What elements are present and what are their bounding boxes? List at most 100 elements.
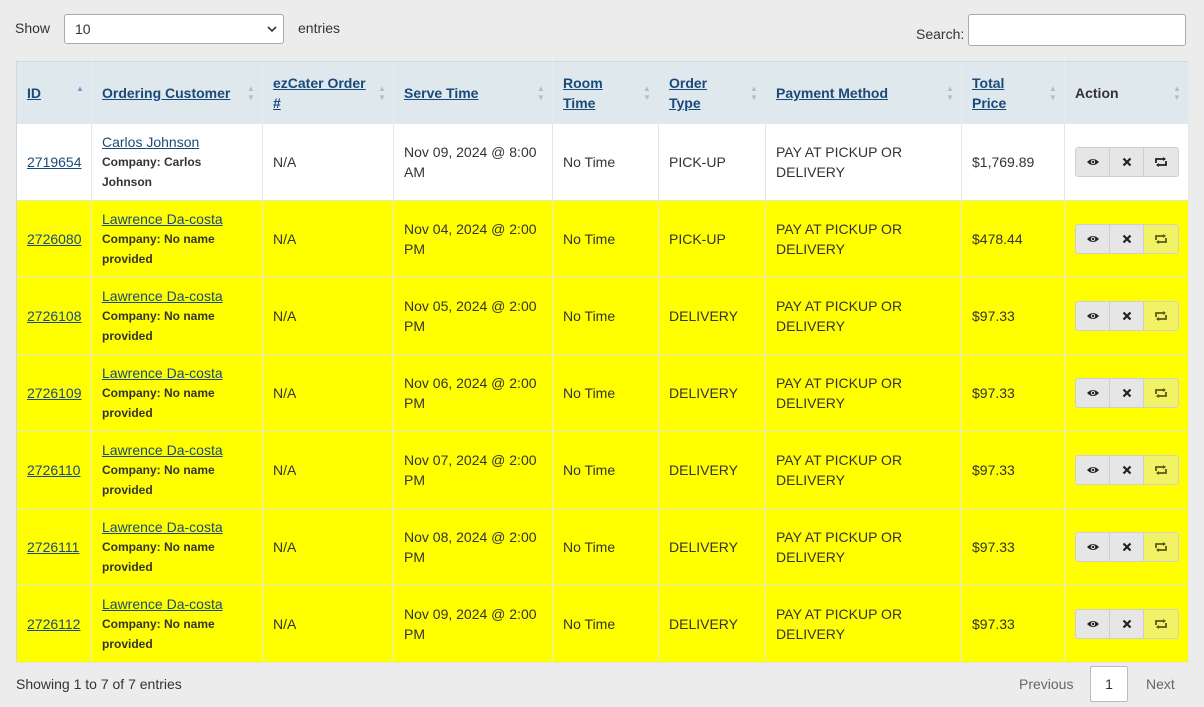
order-id-link[interactable]: 2726112 (27, 616, 80, 632)
serve-time-cell: Nov 04, 2024 @ 2:00 PM (393, 200, 553, 278)
sort-link-serve-time[interactable]: Serve Time (404, 85, 478, 101)
column-header-payment[interactable]: Payment Method ▲ ▼ (765, 61, 962, 124)
sort-link-total[interactable]: Total Price (972, 75, 1006, 111)
sort-icon: ▲ ▼ (750, 84, 758, 102)
room-time-cell: No Time (552, 123, 659, 201)
cancel-button[interactable] (1110, 302, 1144, 330)
refresh-icon (1155, 234, 1167, 244)
ezcater-cell: N/A (262, 431, 394, 509)
customer-link[interactable]: Lawrence Da-costa (102, 596, 223, 612)
customer-link[interactable]: Carlos Johnson (102, 134, 199, 150)
refresh-button[interactable] (1144, 610, 1178, 638)
refresh-button[interactable] (1144, 379, 1178, 407)
close-icon (1122, 157, 1131, 167)
company-name: Company: No name provided (102, 463, 215, 497)
order-type-cell: DELIVERY (658, 354, 766, 432)
order-id-link[interactable]: 2726111 (27, 539, 79, 555)
action-cell (1064, 508, 1189, 586)
refresh-button[interactable] (1144, 456, 1178, 484)
serve-time-cell: Nov 09, 2024 @ 2:00 PM (393, 585, 553, 663)
id-cell: 2726112 (16, 585, 92, 663)
column-header-order-type[interactable]: Order Type ▲ ▼ (658, 61, 766, 124)
customer-link[interactable]: Lawrence Da-costa (102, 442, 223, 458)
view-button[interactable] (1076, 610, 1110, 638)
order-type-cell: DELIVERY (658, 431, 766, 509)
order-id-link[interactable]: 2726080 (27, 231, 82, 247)
cancel-button[interactable] (1110, 147, 1144, 176)
table-header-row: ID ▲ Ordering Customer ▲ ▼ ezCater Order # ▲… (16, 61, 1189, 124)
customer-link[interactable]: Lawrence Da-costa (102, 519, 223, 535)
order-id-link[interactable]: 2726109 (27, 385, 82, 401)
refresh-button[interactable] (1144, 302, 1178, 330)
close-icon (1122, 465, 1131, 475)
company-name: Company: No name provided (102, 540, 215, 574)
table-row: 2726112 Lawrence Da-costa Company: No nam… (16, 585, 1189, 663)
column-header-ezcater[interactable]: ezCater Order # ▲ ▼ (262, 61, 394, 124)
sort-link-id[interactable]: ID (27, 85, 41, 101)
order-type-cell: DELIVERY (658, 277, 766, 355)
customer-link[interactable]: Lawrence Da-costa (102, 365, 223, 381)
order-type-cell: DELIVERY (658, 508, 766, 586)
eye-icon (1086, 621, 1099, 627)
chevron-down-icon (267, 26, 277, 33)
refresh-button[interactable] (1144, 225, 1178, 253)
id-cell: 2726110 (16, 431, 92, 509)
view-button[interactable] (1076, 225, 1110, 253)
view-button[interactable] (1076, 147, 1110, 176)
sort-link-ezcater[interactable]: ezCater Order # (273, 75, 366, 111)
sort-link-room-time[interactable]: Room Time (563, 75, 603, 111)
page-button-1[interactable]: 1 (1090, 666, 1128, 702)
sort-icon: ▲ ▼ (247, 84, 255, 102)
eye-icon (1086, 544, 1099, 550)
order-id-link[interactable]: 2726108 (27, 308, 82, 324)
previous-button[interactable]: Previous (1019, 676, 1073, 692)
cancel-button[interactable] (1110, 610, 1144, 638)
eye-icon (1086, 313, 1099, 319)
sort-link-payment[interactable]: Payment Method (776, 85, 888, 101)
close-icon (1122, 542, 1131, 552)
refresh-button[interactable] (1144, 533, 1178, 561)
total-cell: $478.44 (961, 200, 1065, 278)
eye-icon (1086, 158, 1099, 165)
view-button[interactable] (1076, 302, 1110, 330)
customer-link[interactable]: Lawrence Da-costa (102, 288, 223, 304)
column-header-serve-time[interactable]: Serve Time ▲ ▼ (393, 61, 553, 124)
view-button[interactable] (1076, 379, 1110, 407)
search-label: Search: (916, 26, 965, 42)
view-button[interactable] (1076, 533, 1110, 561)
ezcater-cell: N/A (262, 123, 394, 201)
next-button[interactable]: Next (1146, 676, 1175, 692)
sort-icon: ▲ ▼ (643, 84, 651, 102)
page-length-select[interactable]: 10 (64, 14, 284, 44)
cancel-button[interactable] (1110, 379, 1144, 407)
company-name: Company: No name provided (102, 309, 215, 343)
sort-link-customer[interactable]: Ordering Customer (102, 85, 230, 101)
serve-time-cell: Nov 09, 2024 @ 8:00 AM (393, 123, 553, 201)
sort-icon: ▲ ▼ (537, 84, 545, 102)
pagination: Previous 1 Next (1004, 666, 1204, 702)
cancel-button[interactable] (1110, 456, 1144, 484)
action-button-group (1075, 146, 1179, 177)
refresh-button[interactable] (1144, 147, 1178, 176)
cancel-button[interactable] (1110, 533, 1144, 561)
table-row: 2726111 Lawrence Da-costa Company: No nam… (16, 508, 1189, 586)
column-header-action[interactable]: Action ▲ ▼ (1064, 61, 1189, 124)
column-header-total[interactable]: Total Price ▲ ▼ (961, 61, 1065, 124)
show-label: Show (15, 20, 51, 36)
order-type-cell: PICK-UP (658, 123, 766, 201)
sort-link-order-type[interactable]: Order Type (669, 75, 707, 111)
order-id-link[interactable]: 2726110 (27, 462, 80, 478)
cancel-button[interactable] (1110, 225, 1144, 253)
serve-time-cell: Nov 05, 2024 @ 2:00 PM (393, 277, 553, 355)
order-id-link[interactable]: 2719654 (27, 154, 82, 170)
search-input[interactable] (968, 14, 1186, 46)
column-header-customer[interactable]: Ordering Customer ▲ ▼ (91, 61, 263, 124)
serve-time-cell: Nov 08, 2024 @ 2:00 PM (393, 508, 553, 586)
customer-link[interactable]: Lawrence Da-costa (102, 211, 223, 227)
order-type-cell: PICK-UP (658, 200, 766, 278)
column-header-id[interactable]: ID ▲ (16, 61, 92, 124)
action-button-group (1075, 455, 1179, 485)
view-button[interactable] (1076, 456, 1110, 484)
eye-icon (1086, 467, 1099, 473)
column-header-room-time[interactable]: Room Time ▲ ▼ (552, 61, 659, 124)
